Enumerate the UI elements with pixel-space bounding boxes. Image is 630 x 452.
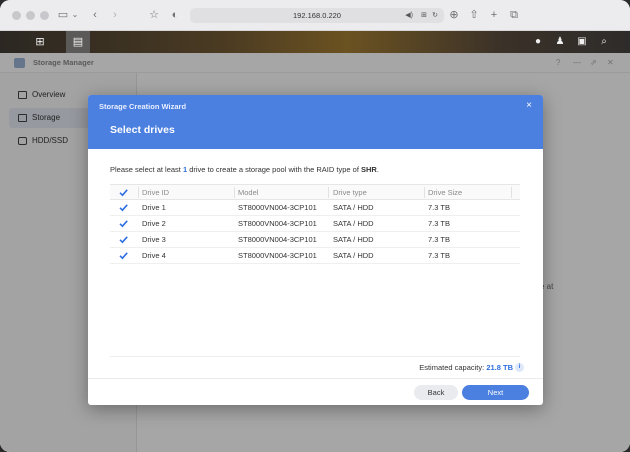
instruction-part: Please select at least [110, 165, 183, 174]
table-row[interactable]: Drive 3 ST8000VN004-3CP101 SATA / HDD 7.… [110, 232, 520, 248]
column-header-drive-type[interactable]: Drive type [333, 185, 367, 200]
user-icon[interactable]: ♟ [549, 31, 571, 53]
dsm-taskbar: ⊞ ▤ ● ♟ ▣ ⌕ [0, 31, 630, 53]
share-icon[interactable]: ⇧ [468, 8, 480, 22]
estimated-capacity: Estimated capacity: 21.8 TB [419, 363, 513, 372]
drive-size-cell: 7.3 TB [428, 251, 450, 260]
model-cell: ST8000VN004-3CP101 [238, 203, 317, 212]
translate-icon[interactable]: ⊞ [421, 8, 427, 23]
close-window-button[interactable] [12, 11, 21, 20]
row-checkbox[interactable] [118, 202, 129, 213]
table-row[interactable]: Drive 1 ST8000VN004-3CP101 SATA / HDD 7.… [110, 200, 520, 216]
model-cell: ST8000VN004-3CP101 [238, 235, 317, 244]
tabs-icon[interactable]: ⧉ [508, 8, 520, 22]
raid-type: SHR [360, 165, 377, 174]
instruction-part: . [376, 165, 379, 174]
drive-size-cell: 7.3 TB [428, 235, 450, 244]
drive-id-cell: Drive 3 [142, 235, 166, 244]
model-cell: ST8000VN004-3CP101 [238, 219, 317, 228]
audio-icon[interactable]: ◀) [405, 8, 413, 23]
capacity-value: 21.8 TB [486, 363, 513, 372]
row-checkbox[interactable] [118, 218, 129, 229]
search-icon[interactable]: ⌕ [593, 31, 615, 53]
column-divider [424, 187, 425, 198]
reload-icon[interactable]: ↻ [432, 8, 438, 23]
select-all-checkbox[interactable] [118, 187, 129, 198]
column-header-drive-size[interactable]: Drive Size [428, 185, 462, 200]
apps-grid-icon[interactable]: ⊞ [29, 31, 51, 53]
capacity-label: Estimated capacity: [419, 363, 487, 372]
column-divider [328, 187, 329, 198]
column-divider [511, 187, 512, 198]
drive-size-cell: 7.3 TB [428, 203, 450, 212]
chevron-down-icon[interactable]: ⌄ [71, 8, 79, 22]
info-icon[interactable]: i [515, 363, 524, 372]
zoom-window-button[interactable] [40, 11, 49, 20]
wizard-header: Storage Creation Wizard Select drives × [88, 95, 543, 149]
browser-toolbar: ▭ ⌄ ‹ › ☆ ◐ 192.168.0.220 ◀) ⊞ ↻ ⊕ ⇧ + ⧉ [0, 0, 630, 31]
divider [110, 356, 520, 357]
minimize-window-button[interactable] [26, 11, 35, 20]
wizard-step-heading: Select drives [110, 124, 175, 136]
table-row[interactable]: Drive 4 ST8000VN004-3CP101 SATA / HDD 7.… [110, 248, 520, 264]
drive-type-cell: SATA / HDD [333, 219, 374, 228]
drives-table: Drive ID Model Drive type Drive Size Dri… [110, 184, 520, 264]
divider [88, 378, 543, 379]
chat-icon[interactable]: ● [527, 31, 549, 53]
column-divider [138, 187, 139, 198]
back-icon[interactable]: ‹ [90, 8, 100, 22]
drive-type-cell: SATA / HDD [333, 251, 374, 260]
storage-manager-icon[interactable]: ▤ [66, 31, 90, 53]
table-row[interactable]: Drive 2 ST8000VN004-3CP101 SATA / HDD 7.… [110, 216, 520, 232]
model-cell: ST8000VN004-3CP101 [238, 251, 317, 260]
storage-creation-wizard: Storage Creation Wizard Select drives × … [88, 95, 543, 405]
drive-size-cell: 7.3 TB [428, 219, 450, 228]
sidebar-icon[interactable]: ▭ [57, 8, 69, 22]
browser-window: ▭ ⌄ ‹ › ☆ ◐ 192.168.0.220 ◀) ⊞ ↻ ⊕ ⇧ + ⧉… [0, 0, 630, 452]
row-checkbox[interactable] [118, 234, 129, 245]
instruction-text: Please select at least 1 drive to create… [110, 165, 379, 174]
address-bar[interactable]: 192.168.0.220 ◀) ⊞ ↻ [190, 8, 444, 23]
drive-type-cell: SATA / HDD [333, 203, 374, 212]
drive-id-cell: Drive 1 [142, 203, 166, 212]
column-divider [234, 187, 235, 198]
instruction-part: drive to create a storage pool with the … [187, 165, 361, 174]
wizard-title: Storage Creation Wizard [99, 102, 187, 111]
row-checkbox[interactable] [118, 250, 129, 261]
drive-id-cell: Drive 2 [142, 219, 166, 228]
column-header-model[interactable]: Model [238, 185, 258, 200]
back-button[interactable]: Back [414, 385, 458, 400]
download-icon[interactable]: ⊕ [448, 8, 460, 22]
star-icon[interactable]: ☆ [148, 8, 160, 22]
table-header: Drive ID Model Drive type Drive Size [110, 184, 520, 200]
new-tab-icon[interactable]: + [488, 8, 500, 22]
forward-icon[interactable]: › [110, 8, 120, 22]
close-icon[interactable]: × [526, 100, 532, 111]
drive-id-cell: Drive 4 [142, 251, 166, 260]
column-header-drive-id[interactable]: Drive ID [142, 185, 169, 200]
shield-icon[interactable]: ◐ [169, 8, 181, 22]
next-button[interactable]: Next [462, 385, 529, 400]
drive-type-cell: SATA / HDD [333, 235, 374, 244]
widgets-icon[interactable]: ▣ [571, 31, 593, 53]
